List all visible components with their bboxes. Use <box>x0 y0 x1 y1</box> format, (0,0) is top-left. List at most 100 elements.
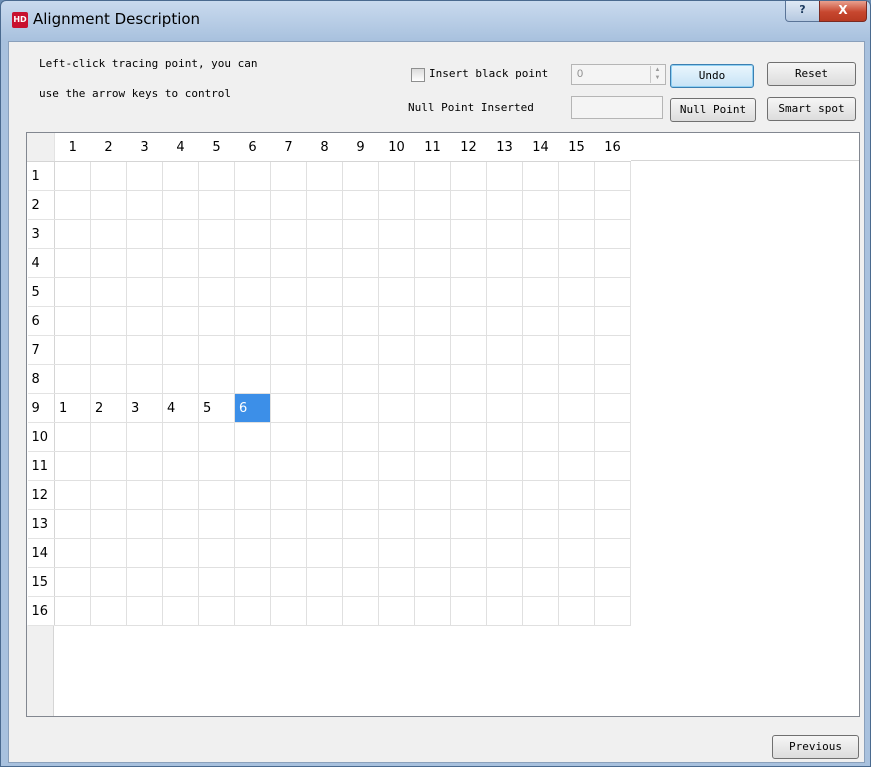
grid-cell[interactable] <box>54 364 91 394</box>
column-header[interactable]: 15 <box>558 133 595 162</box>
grid-cell[interactable] <box>306 422 343 452</box>
grid-cell[interactable] <box>90 277 127 307</box>
grid-cell[interactable] <box>558 306 595 336</box>
grid-cell[interactable] <box>522 451 559 481</box>
grid-cell[interactable] <box>450 306 487 336</box>
grid-cell[interactable] <box>414 277 451 307</box>
grid-cell[interactable] <box>90 509 127 539</box>
column-header[interactable]: 4 <box>162 133 199 162</box>
grid-cell[interactable] <box>450 161 487 191</box>
grid-cell[interactable] <box>450 509 487 539</box>
column-header[interactable]: 13 <box>486 133 523 162</box>
grid-cell[interactable] <box>234 335 271 365</box>
grid-cell[interactable] <box>162 480 199 510</box>
grid-cell[interactable] <box>126 567 163 597</box>
grid-cell[interactable] <box>342 277 379 307</box>
grid-cell[interactable] <box>90 306 127 336</box>
grid-cell[interactable] <box>162 509 199 539</box>
null-point-button[interactable]: Null Point <box>670 98 756 122</box>
grid-cell[interactable] <box>414 567 451 597</box>
grid-cell[interactable] <box>54 248 91 278</box>
close-button[interactable]: X <box>819 1 867 22</box>
grid-cell[interactable] <box>126 364 163 394</box>
grid-cell[interactable] <box>306 219 343 249</box>
grid-cell[interactable] <box>306 277 343 307</box>
grid-cell[interactable] <box>378 306 415 336</box>
grid-cell[interactable] <box>306 306 343 336</box>
row-header[interactable]: 3 <box>27 219 55 249</box>
grid-cell[interactable] <box>270 422 307 452</box>
grid-cell[interactable] <box>378 219 415 249</box>
grid-cell[interactable] <box>90 538 127 568</box>
grid-cell[interactable] <box>126 161 163 191</box>
grid-cell[interactable] <box>198 219 235 249</box>
grid-cell[interactable] <box>198 451 235 481</box>
grid-cell[interactable] <box>486 538 523 568</box>
grid-cell[interactable] <box>522 538 559 568</box>
black-point-spinbox[interactable]: 0 ▲ ▼ <box>571 64 666 85</box>
row-header[interactable]: 16 <box>27 596 55 626</box>
grid-cell[interactable] <box>342 480 379 510</box>
spin-down-icon[interactable]: ▼ <box>651 74 664 82</box>
grid-cell[interactable] <box>414 596 451 626</box>
grid-cell[interactable] <box>558 451 595 481</box>
grid-cell[interactable] <box>342 596 379 626</box>
grid-cell[interactable] <box>558 335 595 365</box>
grid-cell[interactable] <box>342 161 379 191</box>
row-header[interactable]: 5 <box>27 277 55 307</box>
grid-cell[interactable] <box>414 248 451 278</box>
grid-table[interactable]: 1 2 3 4 5 6 7 8 9 10 11 12 13 14 15 16 1 2 3 4 5 6 7 8 9 1 2 3 4 5 6 10… <box>27 133 631 626</box>
grid-cell[interactable] <box>270 393 307 423</box>
grid-cell[interactable] <box>162 248 199 278</box>
grid-cell[interactable] <box>126 451 163 481</box>
grid-cell[interactable] <box>90 364 127 394</box>
grid-cell[interactable] <box>558 277 595 307</box>
grid-cell[interactable] <box>198 335 235 365</box>
grid-cell[interactable] <box>342 364 379 394</box>
grid-cell[interactable] <box>54 277 91 307</box>
grid-cell[interactable] <box>198 480 235 510</box>
grid-cell[interactable] <box>198 422 235 452</box>
row-header[interactable]: 1 <box>27 161 55 191</box>
grid-cell[interactable] <box>594 538 631 568</box>
grid-cell[interactable] <box>306 509 343 539</box>
row-header[interactable]: 6 <box>27 306 55 336</box>
row-header[interactable]: 13 <box>27 509 55 539</box>
grid-cell[interactable] <box>270 538 307 568</box>
grid-cell[interactable] <box>90 451 127 481</box>
grid-cell[interactable] <box>594 335 631 365</box>
undo-button[interactable]: Undo <box>670 64 754 88</box>
grid-cell[interactable] <box>522 335 559 365</box>
grid-cell[interactable] <box>378 248 415 278</box>
grid-cell[interactable] <box>594 364 631 394</box>
grid-cell[interactable] <box>378 567 415 597</box>
grid-cell[interactable] <box>306 190 343 220</box>
grid-cell[interactable] <box>486 219 523 249</box>
grid-cell[interactable] <box>90 335 127 365</box>
column-header[interactable]: 14 <box>522 133 559 162</box>
grid-cell[interactable] <box>486 161 523 191</box>
grid-cell[interactable] <box>342 393 379 423</box>
grid-cell[interactable] <box>162 161 199 191</box>
grid-cell[interactable] <box>378 596 415 626</box>
grid-cell[interactable] <box>234 161 271 191</box>
grid-cell[interactable] <box>54 480 91 510</box>
grid-cell[interactable] <box>342 538 379 568</box>
title-bar[interactable]: HD Alignment Description ? X <box>1 1 870 39</box>
row-header[interactable]: 9 <box>27 393 55 423</box>
grid-cell[interactable] <box>306 596 343 626</box>
grid-cell[interactable] <box>522 509 559 539</box>
alignment-grid[interactable]: 1 2 3 4 5 6 7 8 9 10 11 12 13 14 15 16 1 2 3 4 5 6 7 8 9 1 2 3 4 5 6 10… <box>26 132 860 717</box>
smart-spot-button[interactable]: Smart spot <box>767 97 856 121</box>
grid-cell[interactable] <box>270 248 307 278</box>
grid-cell[interactable] <box>450 190 487 220</box>
row-header[interactable]: 8 <box>27 364 55 394</box>
grid-cell[interactable] <box>234 509 271 539</box>
grid-cell[interactable] <box>234 277 271 307</box>
grid-cell[interactable] <box>306 567 343 597</box>
grid-cell[interactable] <box>126 277 163 307</box>
grid-cell[interactable] <box>450 248 487 278</box>
grid-cell[interactable] <box>270 596 307 626</box>
grid-cell[interactable] <box>414 451 451 481</box>
column-header[interactable]: 9 <box>342 133 379 162</box>
